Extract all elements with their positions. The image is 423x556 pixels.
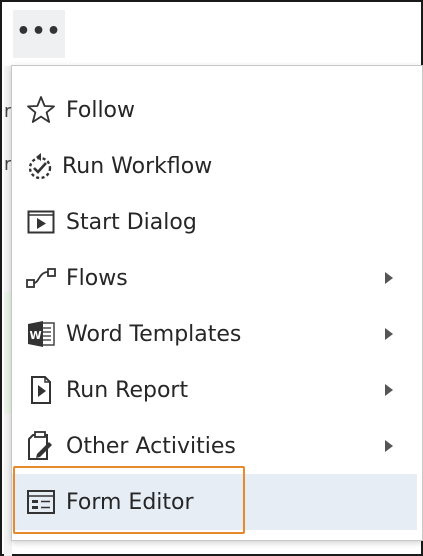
overflow-menu: Follow Run Workflow Start Dialog Flows W… <box>11 65 423 541</box>
menu-item-flows[interactable]: Flows <box>12 250 417 306</box>
menu-item-other-activities[interactable]: Other Activities <box>12 418 417 474</box>
flows-icon <box>25 262 57 294</box>
menu-item-run-report[interactable]: Run Report <box>12 362 417 418</box>
clipboard-icon <box>25 430 57 462</box>
star-icon <box>25 94 57 126</box>
svg-text:W: W <box>30 329 42 342</box>
menu-item-form-editor[interactable]: Form Editor <box>12 474 417 530</box>
menu-item-label: Word Templates <box>66 321 242 347</box>
more-options-button[interactable]: ••• <box>13 10 65 58</box>
menu-item-label: Run Workflow <box>62 153 213 179</box>
chevron-right-icon <box>385 272 393 284</box>
menu-item-label: Follow <box>66 97 136 123</box>
chevron-right-icon <box>385 328 393 340</box>
menu-item-label: Flows <box>66 265 128 291</box>
screenshot-frame: ••• r r Follow Run Workflow Start Dialog… <box>0 0 423 556</box>
menu-item-label: Start Dialog <box>66 209 197 235</box>
menu-item-word-templates[interactable]: W Word Templates <box>12 306 417 362</box>
word-icon: W <box>25 318 57 350</box>
menu-item-label: Run Report <box>66 377 189 403</box>
start-dialog-icon <box>25 206 57 238</box>
menu-item-label: Form Editor <box>66 489 194 515</box>
chevron-right-icon <box>385 440 393 452</box>
form-editor-icon <box>25 486 57 518</box>
menu-item-follow[interactable]: Follow <box>12 82 417 138</box>
run-workflow-icon <box>25 150 57 182</box>
more-horizontal-icon: ••• <box>16 18 62 44</box>
report-icon <box>25 374 57 406</box>
menu-item-start-dialog[interactable]: Start Dialog <box>12 194 417 250</box>
menu-item-run-workflow[interactable]: Run Workflow <box>12 138 417 194</box>
chevron-right-icon <box>385 384 393 396</box>
menu-item-label: Other Activities <box>66 433 236 459</box>
